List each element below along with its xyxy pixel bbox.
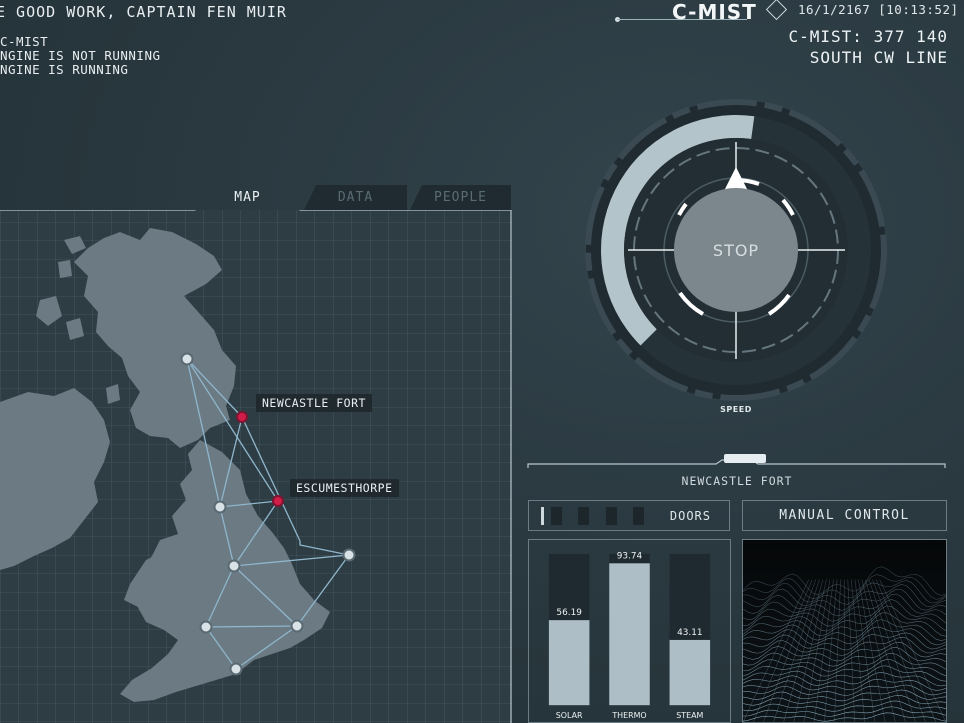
train-icon bbox=[724, 454, 766, 463]
line-name: SOUTH CW LINE bbox=[809, 48, 948, 67]
log-headline: E GOOD WORK, CAPTAIN FEN MUIR bbox=[0, 3, 287, 21]
tab-map[interactable]: MAP bbox=[195, 185, 300, 210]
tab-map-label: MAP bbox=[234, 190, 261, 205]
diamond-icon[interactable] bbox=[765, 0, 788, 21]
bar-steam bbox=[669, 639, 711, 706]
door-indicator bbox=[606, 507, 617, 525]
station-node[interactable] bbox=[180, 352, 194, 366]
station-node[interactable] bbox=[290, 619, 304, 633]
door-indicator bbox=[633, 507, 644, 525]
manual-control-label: MANUAL CONTROL bbox=[779, 508, 910, 523]
bar-category-label: THERMO bbox=[611, 711, 646, 720]
station-bracket bbox=[527, 454, 946, 468]
log-line: C-MIST bbox=[0, 34, 49, 49]
vessel-info: C-MIST: 377 140 SOUTH CW LINE bbox=[789, 26, 949, 68]
tab-people[interactable]: PEOPLE bbox=[410, 185, 511, 210]
station-node[interactable] bbox=[227, 559, 241, 573]
bar-value-label: 56.19 bbox=[556, 608, 582, 618]
station-node[interactable] bbox=[342, 548, 356, 562]
bar-category-label: SOLAR bbox=[556, 711, 583, 720]
doors-label: DOORS bbox=[669, 509, 711, 523]
station-node[interactable] bbox=[229, 662, 243, 676]
brand-logo: C-MIST bbox=[672, 0, 757, 24]
station-newcastle-marker[interactable] bbox=[236, 411, 248, 423]
route-map[interactable] bbox=[0, 210, 512, 723]
stop-button[interactable]: STOP bbox=[674, 188, 798, 312]
current-station: NEWCASTLE FORT bbox=[681, 474, 793, 488]
bar-category-label: STEAM bbox=[676, 711, 703, 720]
log-line: NGINE IS RUNNING bbox=[0, 62, 129, 77]
station-node[interactable] bbox=[199, 620, 213, 634]
door-indicator bbox=[578, 507, 589, 525]
manual-control-button[interactable]: MANUAL CONTROL bbox=[742, 500, 947, 531]
bar-thermo bbox=[609, 563, 650, 706]
bar-solar bbox=[548, 620, 590, 706]
label-newcastle-fort[interactable]: NEWCASTLE FORT bbox=[256, 394, 372, 412]
door-indicator bbox=[551, 507, 562, 525]
tab-data[interactable]: DATA bbox=[304, 185, 407, 210]
tab-people-label: PEOPLE bbox=[434, 190, 487, 205]
vessel-id: C-MIST: 377 140 bbox=[788, 27, 948, 46]
door-indicator bbox=[541, 507, 544, 525]
station-node[interactable] bbox=[213, 500, 227, 514]
speed-label: SPEED bbox=[720, 405, 752, 414]
label-escumesthorpe[interactable]: ESCUMESTHORPE bbox=[290, 479, 399, 497]
bar-value-label: 93.74 bbox=[617, 551, 643, 561]
log-line: NGINE IS NOT RUNNING bbox=[0, 48, 161, 63]
doors-control[interactable]: DOORS bbox=[528, 500, 730, 531]
energy-chart: 56.19 SOLAR 93.74 THERMO 43.11 STEAM bbox=[528, 539, 731, 723]
bar-value-label: 43.11 bbox=[677, 628, 702, 638]
terrain-view bbox=[742, 539, 947, 723]
station-escume-marker[interactable] bbox=[272, 495, 284, 507]
tab-data-label: DATA bbox=[337, 190, 374, 205]
event-log: C-MIST NGINE IS NOT RUNNING NGINE IS RUN… bbox=[0, 35, 161, 77]
date-time: 16/1/2167 [10:13:52] bbox=[798, 2, 959, 17]
